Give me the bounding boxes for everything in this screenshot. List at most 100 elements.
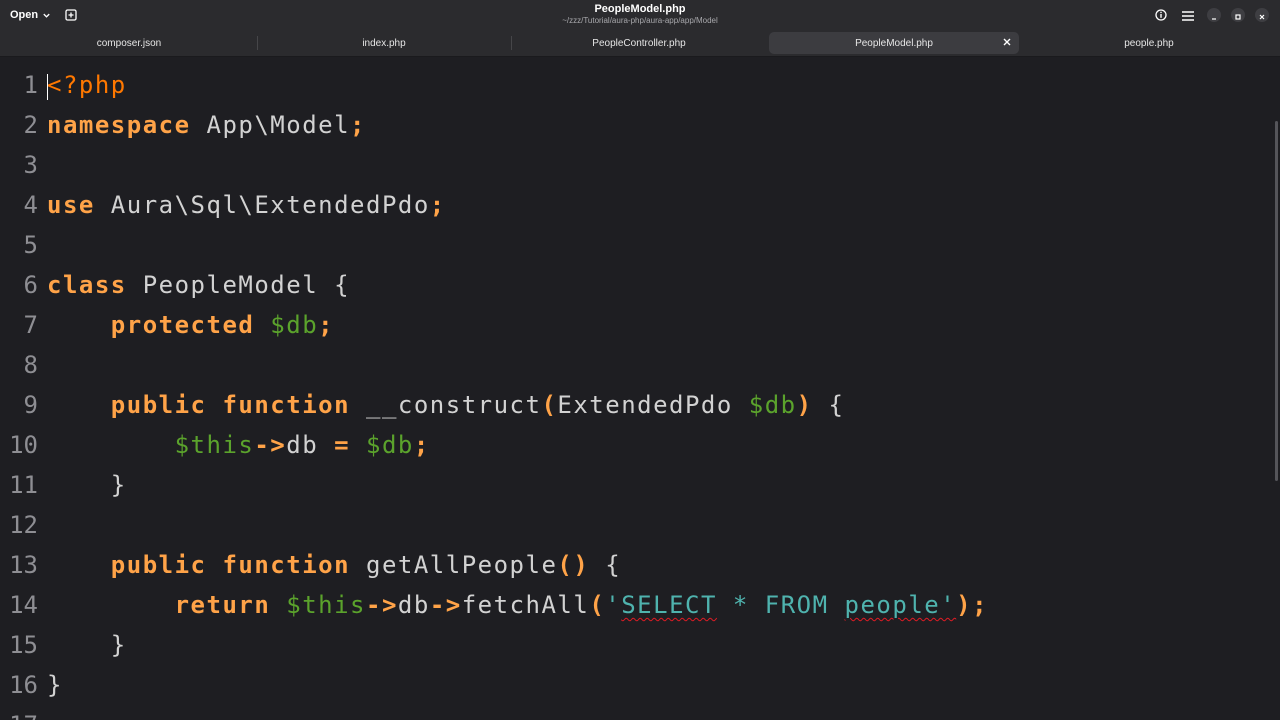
tab-separator (257, 36, 258, 50)
tab-label: index.php (362, 37, 406, 49)
vertical-scrollbar[interactable] (1275, 121, 1278, 481)
code-text[interactable]: public function getAllPeople() { (47, 545, 621, 585)
code-line[interactable]: 16} (0, 657, 1270, 699)
code-line[interactable]: 13 public function getAllPeople() { (0, 537, 1270, 579)
tab-peoplecontroller-php[interactable]: PeopleController.php (514, 32, 764, 54)
code-text[interactable]: public function __construct(ExtendedPdo … (47, 385, 845, 425)
line-number: 5 (23, 231, 38, 259)
line-number: 11 (9, 471, 38, 499)
code-token: public (110, 551, 207, 579)
code-token: } (47, 471, 127, 499)
line-number: 17 (0, 705, 38, 720)
code-token: public (110, 391, 207, 419)
code-token: return (174, 591, 271, 619)
code-token: $db (366, 431, 414, 459)
new-document-icon (65, 6, 77, 25)
tab-label: PeopleController.php (592, 37, 686, 49)
code-token: db (286, 431, 335, 459)
new-tab-button[interactable] (62, 6, 80, 24)
code-token: App\Model (190, 111, 351, 139)
code-token: = (334, 431, 351, 459)
document-properties-button[interactable] (1152, 6, 1170, 24)
header-bar: Open PeopleModel.php ~/zzz/Tutorial/aura… (0, 0, 1280, 30)
code-token: ) (956, 591, 973, 619)
code-token: __construct (350, 391, 542, 419)
code-line[interactable]: 6 class PeopleModel { (0, 257, 1270, 299)
code-token: { (334, 271, 351, 299)
code-text[interactable]: } (47, 625, 127, 665)
code-token: getAllPeople (350, 551, 558, 579)
tab-close-button[interactable] (1001, 37, 1013, 49)
code-text[interactable]: return $this->db->fetchAll('SELECT * FRO… (47, 585, 988, 625)
tab-label: PeopleModel.php (855, 37, 933, 49)
line-number: 3 (23, 151, 38, 179)
code-token: class (47, 271, 127, 299)
code-token: $db (748, 391, 797, 419)
code-token: ' (605, 591, 622, 619)
header-actions (1152, 0, 1280, 30)
maximize-button[interactable] (1231, 8, 1245, 22)
code-text[interactable]: class PeopleModel { (47, 265, 350, 305)
code-line[interactable]: 9 public function __construct(ExtendedPd… (0, 377, 1270, 419)
close-icon (1258, 6, 1266, 25)
code-text[interactable]: use Aura\Sql\ExtendedPdo; (47, 185, 446, 225)
code-token: ; (413, 431, 430, 459)
code-token: -> (366, 591, 398, 619)
code-token: ; (429, 191, 446, 219)
code-token: protected (110, 311, 255, 339)
close-button[interactable] (1255, 8, 1269, 22)
code-token: ) (796, 391, 813, 419)
line-number: 2 (23, 111, 38, 139)
code-token: PeopleModel (126, 271, 335, 299)
code-token: $this (174, 431, 255, 459)
line-number: 4 (23, 191, 38, 219)
code-line[interactable]: 12 (0, 497, 1270, 539)
code-text[interactable]: protected $db; (47, 305, 334, 345)
line-number: 14 (9, 591, 38, 619)
code-line[interactable]: 1 <?php (0, 57, 1270, 99)
code-text[interactable]: } (47, 665, 63, 705)
maximize-icon (1234, 6, 1242, 25)
tab-peoplemodel-php[interactable]: PeopleModel.php (769, 32, 1019, 54)
line-number: 6 (23, 271, 38, 299)
code-text[interactable]: $this->db = $db; (47, 425, 430, 465)
code-line[interactable]: 4 use Aura\Sql\ExtendedPdo; (0, 177, 1270, 219)
line-number: 7 (23, 311, 38, 339)
minimize-button[interactable] (1207, 8, 1221, 22)
open-button[interactable]: Open (4, 4, 57, 26)
code-token: { (589, 551, 622, 579)
document-title: PeopleModel.php (594, 3, 686, 15)
code-token: () (557, 551, 590, 579)
code-token: people' (844, 591, 957, 619)
code-text[interactable]: } (47, 465, 127, 505)
tab-composer-json[interactable]: composer.json (4, 32, 254, 54)
main-menu-button[interactable] (1179, 6, 1197, 24)
line-number: 12 (9, 511, 38, 539)
window-title: PeopleModel.php ~/zzz/Tutorial/aura-php/… (440, 3, 840, 26)
line-number: 1 (23, 71, 38, 99)
line-number: 8 (23, 351, 38, 379)
hamburger-menu-icon (1182, 6, 1194, 25)
code-token: $db (270, 311, 319, 339)
code-text[interactable]: <?php (47, 65, 127, 105)
code-token: ; (972, 591, 989, 619)
tab-people-php[interactable]: people.php (1024, 32, 1274, 54)
code-line[interactable]: 17 (0, 697, 1270, 720)
tab-label: people.php (1124, 37, 1174, 49)
code-token: ExtendedPdo (557, 391, 749, 419)
tab-separator (511, 36, 512, 50)
tab-index-php[interactable]: index.php (259, 32, 509, 54)
tab-bar: composer.json index.php PeopleController… (0, 30, 1280, 57)
text-cursor (47, 74, 48, 100)
code-token: { (812, 391, 845, 419)
code-editor[interactable]: 17 16} 1 5 } 14 return $this->db->fetchAll('… (0, 57, 1280, 720)
minimize-icon (1210, 6, 1218, 25)
code-line[interactable]: 2 namespace App\Model; (0, 97, 1270, 139)
code-text[interactable]: namespace App\Model; (47, 105, 366, 145)
